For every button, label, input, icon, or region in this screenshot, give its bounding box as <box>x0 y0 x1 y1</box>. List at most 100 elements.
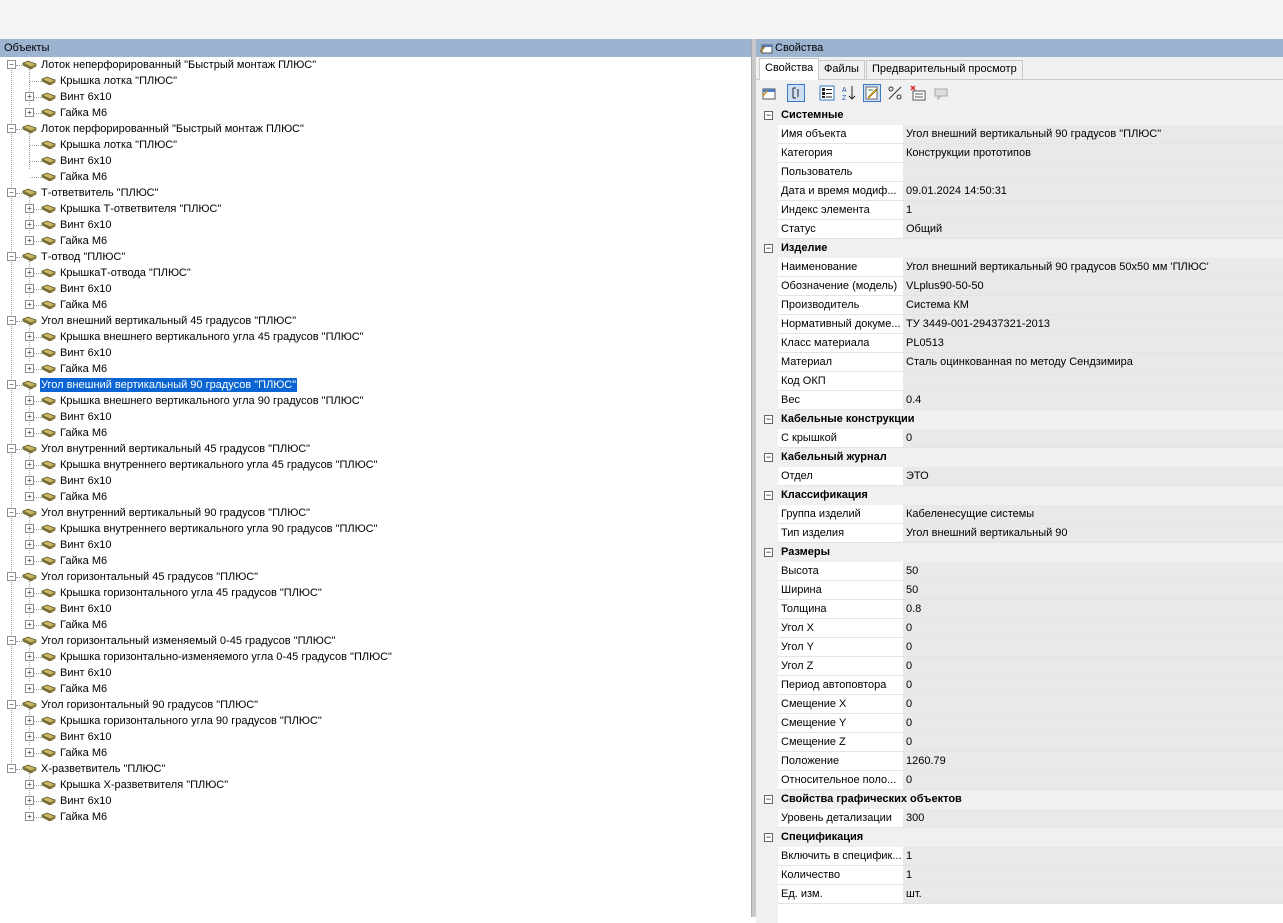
tree-node-label[interactable]: Гайка М6 <box>59 810 108 824</box>
expand-toggle-icon[interactable]: + <box>25 684 34 693</box>
property-row[interactable]: Обозначение (модель) VLplus90-50-50 <box>756 277 1283 296</box>
property-category[interactable]: − Изделие <box>756 239 1283 258</box>
expand-toggle-icon[interactable]: + <box>25 492 34 501</box>
tree-node-child[interactable]: + Гайка М6 <box>0 681 751 697</box>
property-value[interactable]: Конструкции прототипов <box>903 144 1283 163</box>
category-collapse-icon[interactable]: − <box>764 111 773 120</box>
tree-node-child[interactable]: + Крышка внутреннего вертикального угла 9… <box>0 521 751 537</box>
collapse-toggle-icon[interactable]: − <box>7 380 16 389</box>
tree-node-label[interactable]: Винт 6x10 <box>59 730 113 744</box>
tree-node-label-selected[interactable]: Угол внешний вертикальный 90 градусов "П… <box>40 378 298 392</box>
tree-node-child[interactable]: + Крышка горизонтального угла 45 градусов… <box>0 585 751 601</box>
tree-node-parent[interactable]: − Угол внешний вертикальный 45 градусов "… <box>0 313 751 361</box>
property-row[interactable]: Индекс элемента 1 <box>756 201 1283 220</box>
tree-node-child[interactable]: + Винт 6x10 <box>0 409 751 425</box>
property-name[interactable]: Наименование <box>778 258 906 277</box>
tree-node-label[interactable]: Крышка Т-ответвителя "ПЛЮС" <box>59 202 222 216</box>
tree-node-label[interactable]: Гайка М6 <box>59 554 108 568</box>
property-row[interactable]: С крышкой 0 <box>756 429 1283 448</box>
property-value[interactable]: 0 <box>903 714 1283 733</box>
tree-node-child[interactable]: + Гайка М6 <box>0 745 751 761</box>
tree-node-label[interactable]: Крышка Х-разветвителя "ПЛЮС" <box>59 778 229 792</box>
collapse-toggle-icon[interactable]: − <box>7 508 16 517</box>
category-collapse-icon[interactable]: − <box>764 415 773 424</box>
property-name[interactable]: Вес <box>778 391 906 410</box>
tree-node-child[interactable]: + Винт 6x10 <box>0 473 751 489</box>
property-value[interactable]: 0.8 <box>903 600 1283 619</box>
tab-files[interactable]: Файлы <box>818 60 865 79</box>
property-name[interactable]: Толщина <box>778 600 906 619</box>
tree-node-label[interactable]: Крышка внешнего вертикального угла 45 гр… <box>59 330 365 344</box>
property-value[interactable]: 0 <box>903 771 1283 790</box>
tree-node-label[interactable]: Угол внутренний вертикальный 90 градусов… <box>40 506 311 520</box>
property-value[interactable]: шт. <box>903 885 1283 904</box>
tree-node-label[interactable]: Гайка М6 <box>59 682 108 696</box>
property-row[interactable]: Высота 50 <box>756 562 1283 581</box>
tree-node-label[interactable]: Винт 6x10 <box>59 794 113 808</box>
property-category[interactable]: − Свойства графических объектов <box>756 790 1283 809</box>
property-name[interactable]: Угол Z <box>778 657 906 676</box>
collapse-toggle-icon[interactable]: − <box>7 764 16 773</box>
expand-toggle-icon[interactable]: + <box>25 796 34 805</box>
tree-node-parent[interactable]: − Т-ответвитель "ПЛЮС" <box>0 185 751 233</box>
property-category[interactable]: − Классификация <box>756 486 1283 505</box>
property-name[interactable]: Ед. изм. <box>778 885 906 904</box>
tree-node-child[interactable]: Винт 6x10 <box>0 153 751 169</box>
tree-node-child[interactable]: + Гайка М6 <box>0 809 751 825</box>
expand-toggle-icon[interactable]: + <box>25 412 34 421</box>
expand-toggle-icon[interactable]: + <box>25 652 34 661</box>
tree-node-child[interactable]: + Крышка горизонтального угла 90 градусов… <box>0 713 751 729</box>
tree-node-child[interactable]: + Гайка М6 <box>0 233 751 249</box>
property-row[interactable]: Пользователь <box>756 163 1283 182</box>
property-value[interactable]: 0 <box>903 676 1283 695</box>
property-value[interactable]: 0 <box>903 619 1283 638</box>
tree-node-label[interactable]: Крышка лотка "ПЛЮС" <box>59 74 178 88</box>
property-row[interactable]: Код ОКП <box>756 372 1283 391</box>
tree-node-label[interactable]: Лоток неперфорированный "Быстрый монтаж … <box>40 58 317 72</box>
expand-toggle-icon[interactable]: + <box>25 268 34 277</box>
expand-toggle-icon[interactable]: + <box>25 428 34 437</box>
tree-node-child[interactable]: + Гайка М6 <box>0 553 751 569</box>
property-row[interactable]: Смещение X0 <box>756 695 1283 714</box>
expand-toggle-icon[interactable]: + <box>25 204 34 213</box>
property-row[interactable]: Ширина 50 <box>756 581 1283 600</box>
property-name[interactable]: Обозначение (модель) <box>778 277 906 296</box>
tree-node-label[interactable]: КрышкаТ-отвода "ПЛЮС" <box>59 266 192 280</box>
collapse-toggle-icon[interactable]: − <box>7 252 16 261</box>
property-value[interactable]: 09.01.2024 14:50:31 <box>903 182 1283 201</box>
property-name[interactable]: Ширина <box>778 581 906 600</box>
collapse-toggle-icon[interactable]: − <box>7 572 16 581</box>
tree-node-child[interactable]: + Винт 6x10 <box>0 537 751 553</box>
tree-node-parent[interactable]: − Т-отвод "ПЛЮС" <box>0 249 751 297</box>
property-category[interactable]: − Размеры <box>756 543 1283 562</box>
expand-toggle-icon[interactable]: + <box>25 332 34 341</box>
tree-node-child[interactable]: + Винт 6x10 <box>0 89 751 105</box>
collapse-toggle-icon[interactable]: − <box>7 316 16 325</box>
property-row[interactable]: Производитель Система КМ <box>756 296 1283 315</box>
expand-toggle-icon[interactable]: + <box>25 284 34 293</box>
property-value[interactable]: 0 <box>903 429 1283 448</box>
property-value[interactable]: 0 <box>903 733 1283 752</box>
tree-node-child[interactable]: + Крышка внешнего вертикального угла 90 г… <box>0 393 751 409</box>
property-name[interactable]: Положение <box>778 752 906 771</box>
property-row[interactable]: Положение 1260.79 <box>756 752 1283 771</box>
tree-node-label[interactable]: Винт 6x10 <box>59 90 113 104</box>
property-name[interactable]: Угол Y <box>778 638 906 657</box>
tree-node-child[interactable]: + Гайка М6 <box>0 617 751 633</box>
property-value[interactable]: Угол внешний вертикальный 90 градусов "П… <box>903 125 1283 144</box>
property-name[interactable]: С крышкой <box>778 429 906 448</box>
property-name[interactable]: Смещение Z <box>778 733 906 752</box>
property-row[interactable]: Нормативный докуме... ТУ 3449-001-2943732… <box>756 315 1283 334</box>
tree-node-label[interactable]: Винт 6x10 <box>59 602 113 616</box>
expand-toggle-icon[interactable]: + <box>25 236 34 245</box>
property-value[interactable]: Кабеленесущие системы <box>903 505 1283 524</box>
property-row[interactable]: Смещение Z0 <box>756 733 1283 752</box>
property-row[interactable]: Категория Конструкции прототипов <box>756 144 1283 163</box>
tree-node-label[interactable]: Винт 6x10 <box>59 538 113 552</box>
expand-toggle-icon[interactable]: + <box>25 460 34 469</box>
property-category[interactable]: − Кабельные конструкции <box>756 410 1283 429</box>
tab-preview[interactable]: Предварительный просмотр <box>866 60 1023 79</box>
property-category[interactable]: − Кабельный журнал <box>756 448 1283 467</box>
tree-node-child[interactable]: + Крышка Х-разветвителя "ПЛЮС" <box>0 777 751 793</box>
tree-node-label[interactable]: Крышка внутреннего вертикального угла 45… <box>59 458 378 472</box>
